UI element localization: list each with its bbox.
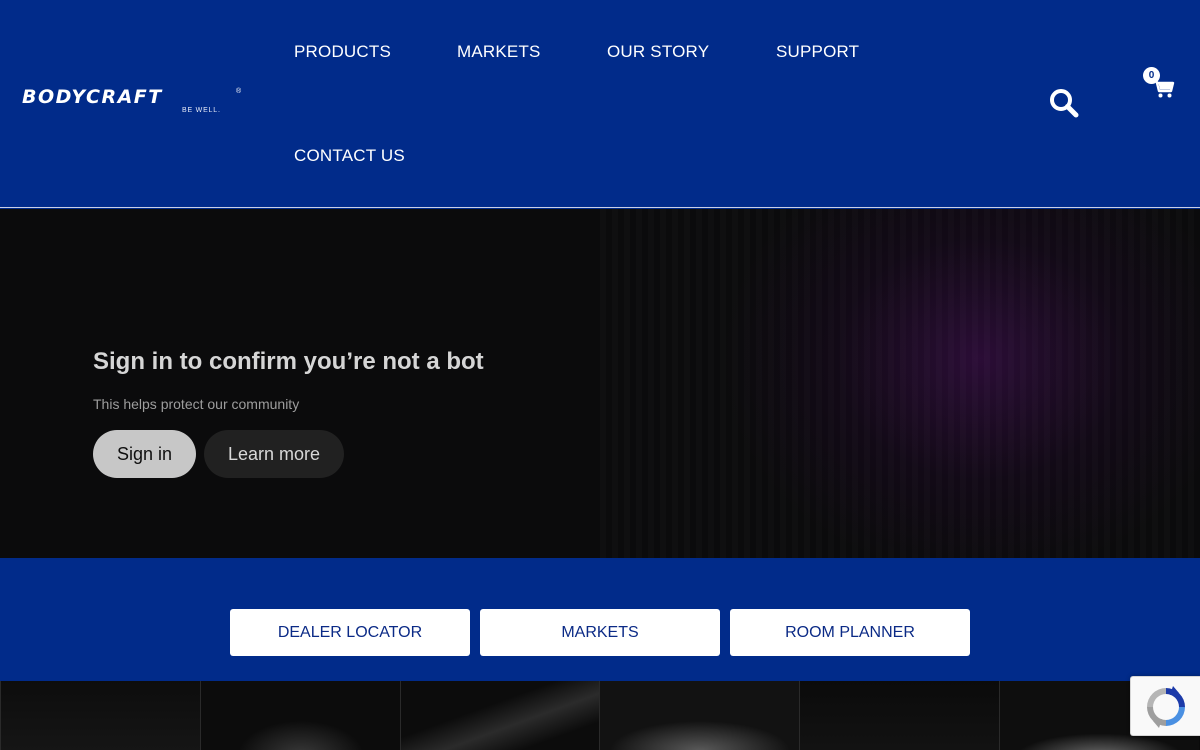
brand-logo[interactable]: BODYCRAFT ® BE WELL. bbox=[22, 86, 242, 120]
sign-in-button[interactable]: Sign in bbox=[93, 430, 196, 478]
cart-count-badge: 0 bbox=[1143, 67, 1160, 84]
registered-mark: ® bbox=[236, 88, 242, 95]
recaptcha-icon bbox=[1147, 686, 1185, 728]
recaptcha-badge[interactable] bbox=[1130, 676, 1200, 736]
cart-button[interactable]: 0 bbox=[1143, 67, 1179, 107]
hero-title: Sign in to confirm you’re not a bot bbox=[93, 348, 484, 375]
product-tile[interactable] bbox=[200, 681, 400, 750]
search-button[interactable] bbox=[1048, 87, 1080, 119]
product-tile[interactable] bbox=[0, 681, 200, 750]
nav-item-products[interactable]: PRODUCTS bbox=[294, 42, 391, 62]
nav-item-our-story[interactable]: OUR STORY bbox=[607, 42, 709, 62]
markets-button[interactable]: MARKETS bbox=[480, 609, 720, 656]
product-tile[interactable] bbox=[400, 681, 600, 750]
room-planner-button[interactable]: ROOM PLANNER bbox=[730, 609, 970, 656]
learn-more-button[interactable]: Learn more bbox=[204, 430, 344, 478]
brand-wordmark: BODYCRAFT bbox=[22, 86, 163, 108]
site-header: BODYCRAFT ® BE WELL. PRODUCTS MARKETS OU… bbox=[0, 0, 1200, 208]
hero-video-embed bbox=[0, 209, 1200, 558]
hero-subtitle: This helps protect our community bbox=[93, 396, 300, 412]
search-icon bbox=[1050, 89, 1079, 118]
product-tile[interactable] bbox=[799, 681, 999, 750]
nav-item-markets[interactable]: MARKETS bbox=[457, 42, 541, 62]
hero-background-texture bbox=[600, 209, 1200, 558]
dealer-locator-button[interactable]: DEALER LOCATOR bbox=[230, 609, 470, 656]
brand-tagline: BE WELL. bbox=[182, 107, 221, 114]
product-tile[interactable] bbox=[599, 681, 799, 750]
nav-item-contact-us[interactable]: CONTACT US bbox=[294, 146, 405, 166]
product-tiles-strip bbox=[0, 681, 1200, 750]
nav-item-support[interactable]: SUPPORT bbox=[776, 42, 859, 62]
